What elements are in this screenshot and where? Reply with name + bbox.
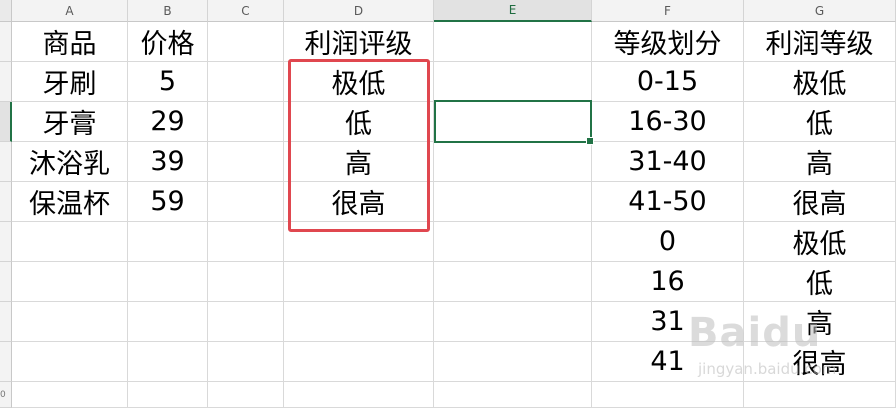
cell-b2[interactable]: 5 [128, 62, 208, 102]
cell-g6[interactable]: 极低 [744, 222, 896, 262]
fill-handle[interactable] [586, 137, 594, 145]
cell-e1[interactable] [434, 22, 592, 62]
cell-e9[interactable] [434, 342, 592, 382]
cell-c5[interactable] [208, 182, 284, 222]
cell-d2[interactable]: 极低 [284, 62, 434, 102]
row-header-1[interactable] [0, 22, 12, 62]
column-header-e[interactable]: E [434, 0, 592, 22]
cell-f3[interactable]: 16-30 [592, 102, 744, 142]
cell-a3[interactable]: 牙膏 [12, 102, 128, 142]
cell-e8[interactable] [434, 302, 592, 342]
cell-c9[interactable] [208, 342, 284, 382]
cell-g1[interactable]: 利润等级 [744, 22, 896, 62]
cell-a5[interactable]: 保温杯 [12, 182, 128, 222]
column-header-f[interactable]: F [592, 0, 744, 22]
row-header-9[interactable] [0, 342, 12, 382]
cell-c6[interactable] [208, 222, 284, 262]
cell-a9[interactable] [12, 342, 128, 382]
cell-f2[interactable]: 0-15 [592, 62, 744, 102]
cell-e10[interactable] [434, 382, 592, 408]
cell-g5[interactable]: 很高 [744, 182, 896, 222]
cell-b3[interactable]: 29 [128, 102, 208, 142]
cell-g4[interactable]: 高 [744, 142, 896, 182]
cell-d1[interactable]: 利润评级 [284, 22, 434, 62]
cell-d9[interactable] [284, 342, 434, 382]
cell-d4[interactable]: 高 [284, 142, 434, 182]
row-header-8[interactable] [0, 302, 12, 342]
cell-e4[interactable] [434, 142, 592, 182]
cell-b10[interactable] [128, 382, 208, 408]
column-header-d[interactable]: D [284, 0, 434, 22]
cell-e5[interactable] [434, 182, 592, 222]
cell-c1[interactable] [208, 22, 284, 62]
cell-a2[interactable]: 牙刷 [12, 62, 128, 102]
cell-g7[interactable]: 低 [744, 262, 896, 302]
spreadsheet: A B C D E F G 0 商品 价格 利润评级 等级划分 利润等级 牙刷 … [0, 0, 896, 408]
cell-d3[interactable]: 低 [284, 102, 434, 142]
cell-f8[interactable]: 31 [592, 302, 744, 342]
cell-f9[interactable]: 41 [592, 342, 744, 382]
row-header-7[interactable] [0, 262, 12, 302]
cell-a8[interactable] [12, 302, 128, 342]
row-header-5[interactable] [0, 182, 12, 222]
cell-e2[interactable] [434, 62, 592, 102]
cell-a4[interactable]: 沐浴乳 [12, 142, 128, 182]
cell-a10[interactable] [12, 382, 128, 408]
select-all-corner[interactable] [0, 0, 12, 22]
cell-f5[interactable]: 41-50 [592, 182, 744, 222]
cell-d7[interactable] [284, 262, 434, 302]
cell-g3[interactable]: 低 [744, 102, 896, 142]
row-header-10[interactable]: 0 [0, 382, 12, 408]
cell-c7[interactable] [208, 262, 284, 302]
cell-f6[interactable]: 0 [592, 222, 744, 262]
row-header-3[interactable] [0, 102, 12, 142]
cell-b4[interactable]: 39 [128, 142, 208, 182]
cell-g9[interactable]: 很高 [744, 342, 896, 382]
cell-a6[interactable] [12, 222, 128, 262]
cell-f4[interactable]: 31-40 [592, 142, 744, 182]
column-header-c[interactable]: C [208, 0, 284, 22]
cell-e6[interactable] [434, 222, 592, 262]
cell-a7[interactable] [12, 262, 128, 302]
column-header-b[interactable]: B [128, 0, 208, 22]
cell-e7[interactable] [434, 262, 592, 302]
cell-a1[interactable]: 商品 [12, 22, 128, 62]
row-header-6[interactable] [0, 222, 12, 262]
cell-d5[interactable]: 很高 [284, 182, 434, 222]
cell-g10[interactable] [744, 382, 896, 408]
column-header-g[interactable]: G [744, 0, 896, 22]
row-header-4[interactable] [0, 142, 12, 182]
cell-c8[interactable] [208, 302, 284, 342]
cell-c10[interactable] [208, 382, 284, 408]
cell-d10[interactable] [284, 382, 434, 408]
cell-f7[interactable]: 16 [592, 262, 744, 302]
cell-b7[interactable] [128, 262, 208, 302]
cell-f1[interactable]: 等级划分 [592, 22, 744, 62]
column-header-a[interactable]: A [12, 0, 128, 22]
cell-g8[interactable]: 高 [744, 302, 896, 342]
cell-f10[interactable] [592, 382, 744, 408]
row-number-label: 0 [0, 389, 6, 400]
cell-c3[interactable] [208, 102, 284, 142]
cell-c4[interactable] [208, 142, 284, 182]
row-header-2[interactable] [0, 62, 12, 102]
cell-d8[interactable] [284, 302, 434, 342]
cell-g2[interactable]: 极低 [744, 62, 896, 102]
cell-b8[interactable] [128, 302, 208, 342]
cell-b5[interactable]: 59 [128, 182, 208, 222]
cell-b9[interactable] [128, 342, 208, 382]
cell-b1[interactable]: 价格 [128, 22, 208, 62]
active-cell-selection[interactable] [434, 100, 594, 145]
cell-b6[interactable] [128, 222, 208, 262]
cell-c2[interactable] [208, 62, 284, 102]
cell-d6[interactable] [284, 222, 434, 262]
